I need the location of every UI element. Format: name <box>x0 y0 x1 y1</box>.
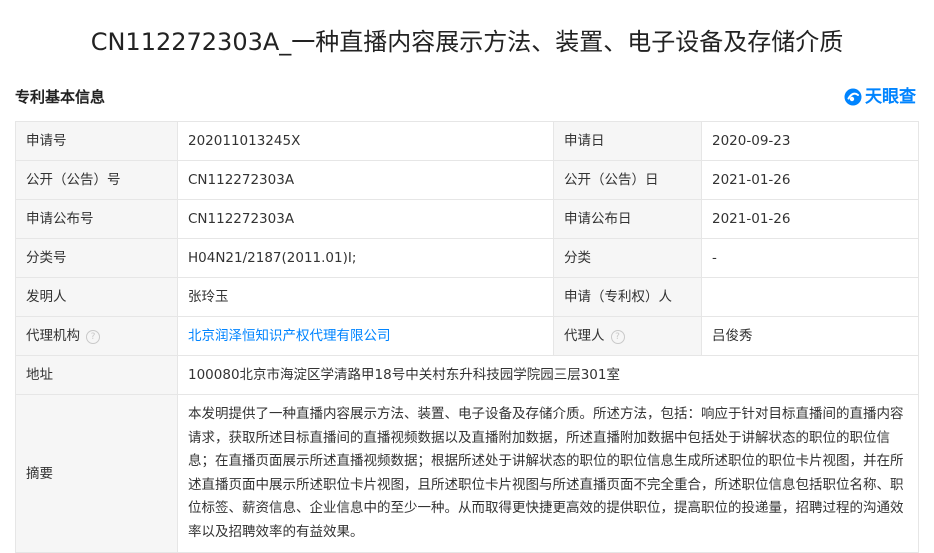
publication-date-value: 2021-01-26 <box>701 160 919 200</box>
agency-value-cell: 北京润泽恒知识产权代理有限公司 <box>177 316 554 356</box>
section-title: 专利基本信息 <box>15 88 106 106</box>
app-pub-no-label: 申请公布号 <box>15 199 178 239</box>
application-no-value: 202011013245X <box>177 121 554 161</box>
address-value: 100080北京市海淀区学清路甲18号中关村东升科技园学院园三层301室 <box>177 355 919 395</box>
agent-value: 吕俊秀 <box>701 316 919 356</box>
inventor-value: 张玲玉 <box>177 277 554 317</box>
agency-link[interactable]: 北京润泽恒知识产权代理有限公司 <box>188 328 391 344</box>
category-label: 分类 <box>553 238 702 278</box>
applicant-label: 申请（专利权）人 <box>553 277 702 317</box>
table-row: 发明人 张玲玉 申请（专利权）人 <box>15 277 919 317</box>
classification-label: 分类号 <box>15 238 178 278</box>
application-no-label: 申请号 <box>15 121 178 161</box>
agent-label-cell: 代理人? <box>553 316 702 356</box>
publication-no-label: 公开（公告）号 <box>15 160 178 200</box>
page-title: CN112272303A_一种直播内容展示方法、装置、电子设备及存储介质 <box>90 28 844 56</box>
applicant-value <box>701 277 919 317</box>
agency-label-cell: 代理机构? <box>15 316 178 356</box>
inventor-label: 发明人 <box>15 277 178 317</box>
app-pub-date-value: 2021-01-26 <box>701 199 919 239</box>
agency-label: 代理机构 <box>26 328 80 344</box>
table-row: 摘要 本发明提供了一种直播内容展示方法、装置、电子设备及存储介质。所述方法，包括… <box>15 394 919 553</box>
application-date-label: 申请日 <box>553 121 702 161</box>
publication-date-label: 公开（公告）日 <box>553 160 702 200</box>
table-row: 公开（公告）号 CN112272303A 公开（公告）日 2021-01-26 <box>15 160 919 200</box>
publication-no-value: CN112272303A <box>177 160 554 200</box>
address-label: 地址 <box>15 355 178 395</box>
abstract-value: 本发明提供了一种直播内容展示方法、装置、电子设备及存储介质。所述方法，包括：响应… <box>177 394 919 553</box>
application-date-value: 2020-09-23 <box>701 121 919 161</box>
table-row: 申请号 202011013245X 申请日 2020-09-23 <box>15 121 919 161</box>
help-icon[interactable]: ? <box>86 330 100 344</box>
table-row: 申请公布号 CN112272303A 申请公布日 2021-01-26 <box>15 199 919 239</box>
table-row: 代理机构? 北京润泽恒知识产权代理有限公司 代理人? 吕俊秀 <box>15 316 919 356</box>
patent-info-table: 申请号 202011013245X 申请日 2020-09-23 公开（公告）号… <box>15 121 919 553</box>
agent-label: 代理人 <box>564 328 605 344</box>
tianyancha-logo-icon <box>844 88 862 106</box>
classification-value: H04N21/2187(2011.01)I; <box>177 238 554 278</box>
brand-name: 天眼查 <box>865 87 916 107</box>
section-header: 专利基本信息 天眼查 <box>15 84 918 112</box>
table-row: 分类号 H04N21/2187(2011.01)I; 分类 - <box>15 238 919 278</box>
category-value: - <box>701 238 919 278</box>
app-pub-date-label: 申请公布日 <box>553 199 702 239</box>
help-icon[interactable]: ? <box>610 330 625 344</box>
abstract-label: 摘要 <box>15 394 178 553</box>
brand-logo[interactable]: 天眼查 <box>843 86 916 108</box>
table-row: 地址 100080北京市海淀区学清路甲18号中关村东升科技园学院园三层301室 <box>15 355 919 395</box>
app-pub-no-value: CN112272303A <box>177 199 554 239</box>
